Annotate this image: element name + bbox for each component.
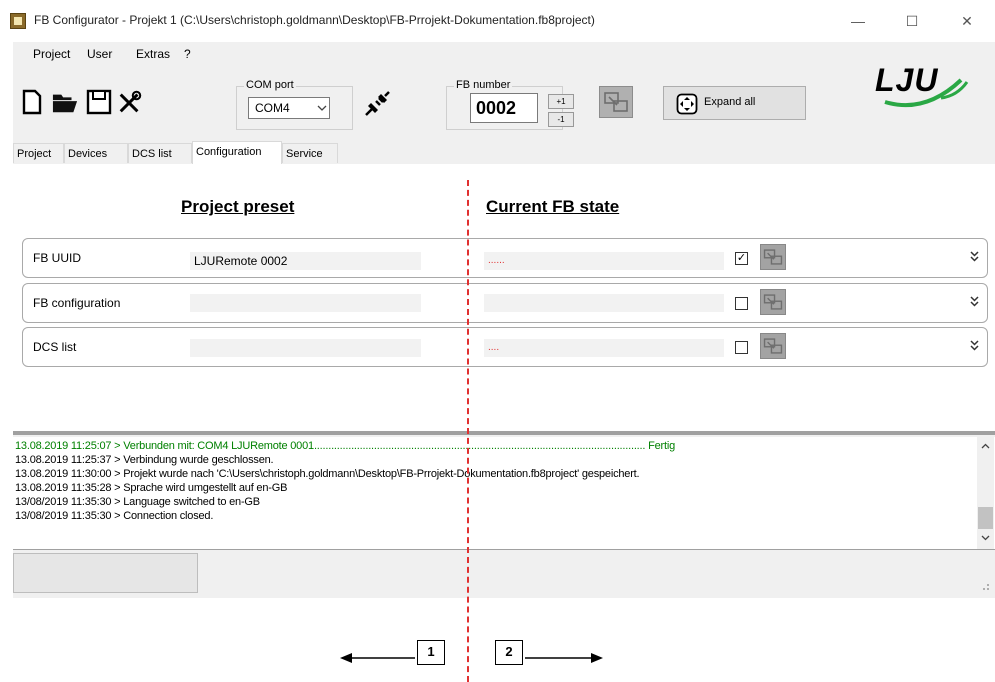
config-row-fb-configuration[interactable]: FB configuration [22,283,988,323]
status-panel [13,553,198,593]
row-checkbox[interactable] [735,341,748,354]
log-line: 13.08.2019 11:25:37 > Verbindung wurde g… [15,454,274,466]
preset-field [190,339,421,357]
menu-bar: Project User Extras ? [13,47,313,65]
increment-button[interactable]: +1 [548,94,574,109]
split-divider-line [467,180,469,682]
right-arrow-icon [525,652,603,664]
double-chevron-down-icon[interactable] [970,296,979,310]
config-row-fb-uuid[interactable]: FB UUID LJURemote 0002 ...... ✓ [22,238,988,278]
transfer-button[interactable] [599,86,633,118]
resize-grip-icon[interactable] [978,579,990,591]
menu-user[interactable]: User [87,47,112,61]
menu-extras[interactable]: Extras [136,47,170,61]
log-panel: 13.08.2019 11:25:07 > Verbunden mit: COM… [13,437,995,550]
splitter[interactable] [13,431,995,435]
transfer-icon [763,338,783,354]
double-chevron-down-icon[interactable] [970,340,979,354]
tools-icon [119,90,142,113]
plug-icon [365,91,390,116]
menu-help[interactable]: ? [184,47,191,61]
transfer-icon [763,294,783,310]
preset-field [190,294,421,312]
menu-project[interactable]: Project [33,47,70,61]
scrollbar-thumb[interactable] [978,507,993,529]
log-line: 13/08/2019 11:35:30 > Connection closed. [15,510,214,522]
save-icon [86,89,112,115]
row-label: FB configuration [33,296,121,310]
decrement-button[interactable]: -1 [548,112,574,127]
current-state-heading: Current FB state [486,197,620,216]
save-button[interactable] [86,89,112,115]
tab-project[interactable]: Project [13,143,64,163]
tab-configuration[interactable]: Configuration [192,141,282,164]
log-line: 13/08/2019 11:35:30 > Language switched … [15,496,260,508]
tab-service[interactable]: Service [282,143,338,163]
close-button[interactable]: ✕ [952,8,982,34]
open-folder-button[interactable] [52,89,78,115]
log-line: 13.08.2019 11:35:28 > Sprache wird umges… [15,482,288,494]
row-transfer-button[interactable] [760,244,786,270]
double-chevron-down-icon[interactable] [970,251,979,265]
preset-field: LJURemote 0002 [190,252,421,270]
minimize-button[interactable]: — [843,8,873,34]
title-bar: FB Configurator - Projekt 1 (C:\Users\ch… [0,0,995,42]
com-port-label: COM port [244,79,296,91]
tab-strip: Project Devices DCS list Configuration S… [13,141,995,165]
annotation-number-1: 1 [417,640,445,665]
chevron-down-icon [316,97,330,119]
fb-number-label: FB number [454,79,513,91]
logo-swoosh [884,78,969,108]
config-row-dcs-list[interactable]: DCS list .... [22,327,988,367]
chevron-down-icon[interactable] [981,535,990,541]
open-folder-icon [52,94,78,113]
settings-button[interactable] [117,89,143,115]
annotation-number-2: 2 [495,640,523,665]
app-icon [10,13,26,29]
current-field: .... [484,339,724,357]
transfer-icon [763,249,783,265]
window-title: FB Configurator - Projekt 1 (C:\Users\ch… [34,13,595,27]
new-file-button[interactable] [19,89,45,115]
log-line: 13.08.2019 11:30:00 > Projekt wurde nach… [15,468,640,480]
lju-logo: LJU [875,62,975,114]
maximize-button[interactable]: ☐ [897,8,927,34]
chevron-up-icon[interactable] [981,443,990,449]
row-checkbox[interactable]: ✓ [735,252,748,265]
expand-all-button[interactable]: Expand all [663,86,806,120]
row-label: DCS list [33,340,77,354]
fb-number-input[interactable]: 0002 [470,93,538,123]
row-transfer-button[interactable] [760,289,786,315]
current-field [484,294,724,312]
transfer-icon [604,92,628,112]
row-checkbox[interactable] [735,297,748,310]
left-arrow-icon [340,652,415,664]
expand-all-label: Expand all [704,96,756,108]
tab-devices[interactable]: Devices [64,143,128,163]
connect-button[interactable] [362,89,392,119]
new-file-icon [22,89,42,115]
row-label: FB UUID [33,251,81,265]
project-preset-heading: Project preset [181,197,295,216]
current-field: ...... [484,252,724,270]
log-line: 13.08.2019 11:25:07 > Verbunden mit: COM… [15,440,676,452]
tab-dcs-list[interactable]: DCS list [128,143,192,163]
row-transfer-button[interactable] [760,333,786,359]
log-scrollbar[interactable] [977,437,994,549]
expand-icon [676,93,698,115]
